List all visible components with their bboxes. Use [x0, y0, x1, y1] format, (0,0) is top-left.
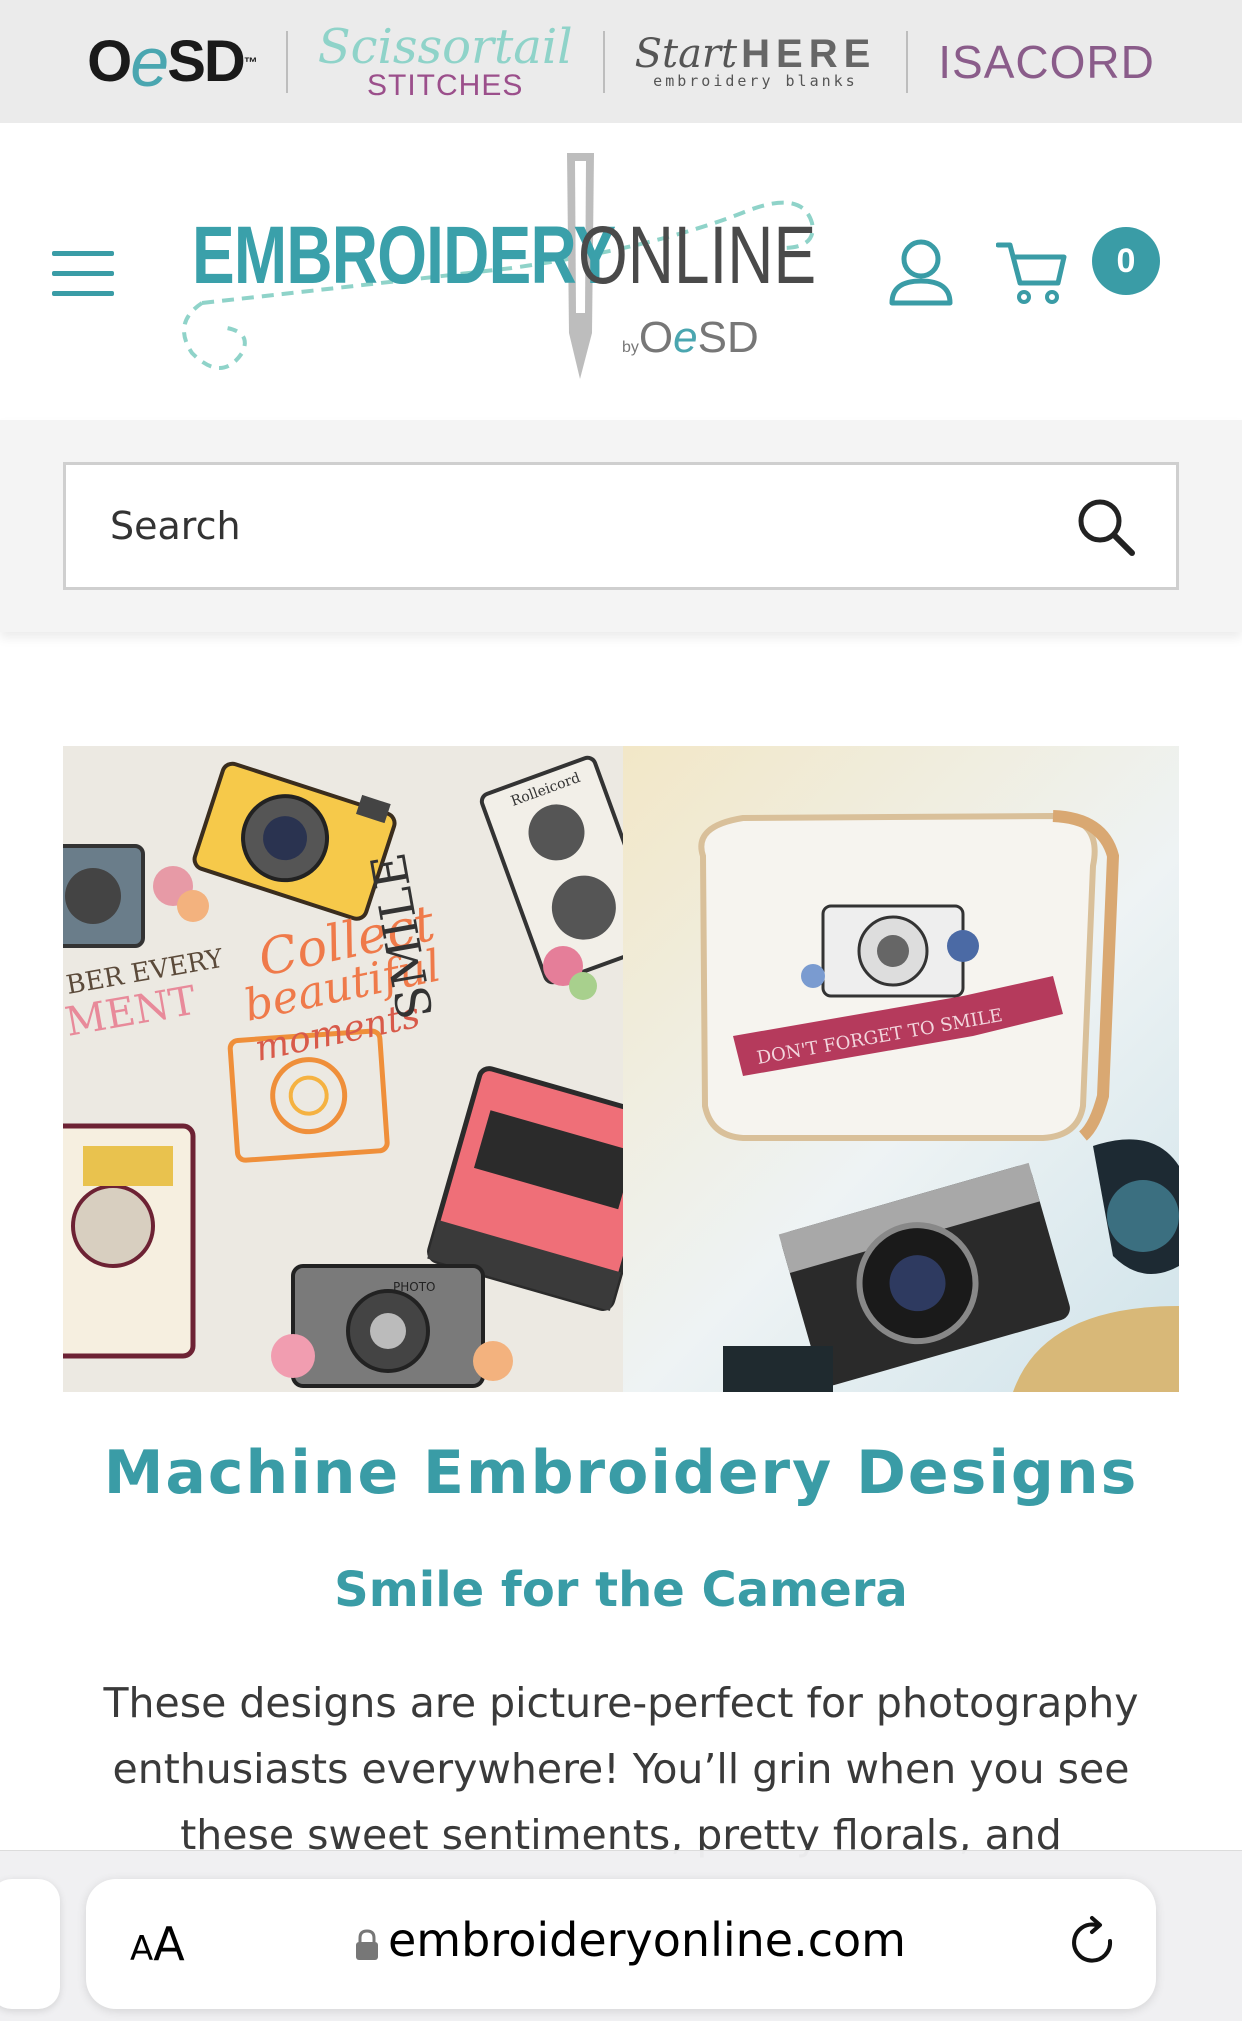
logo-by-oesd: byOeSD: [622, 313, 759, 363]
oesd-sd: SD: [167, 29, 246, 94]
hero-text-photo: PHOTO: [393, 1280, 435, 1294]
search-icon[interactable]: [1074, 495, 1138, 559]
site-header: EMBROIDERY ONLINE byOeSD 0: [0, 123, 1242, 420]
starthere-start: Start: [634, 31, 738, 77]
text-size-large: A: [153, 1917, 185, 1971]
starthere-row: Start HERE: [635, 34, 877, 74]
logo-word-online: ONLINE: [578, 210, 817, 301]
embroidered-pouch-photo: DON'T FORGET TO SMILE: [698, 810, 1179, 1392]
scissortail-title: Scissortail: [317, 18, 573, 75]
starthere-subtitle: embroidery blanks: [653, 72, 858, 90]
hero-fabric-panel: BER EVERY MENT Collect beautiful moments…: [63, 746, 666, 1392]
text-size-button[interactable]: AA: [130, 1917, 185, 1971]
text-size-small: A: [130, 1929, 154, 1969]
cart-icon[interactable]: [995, 237, 1067, 307]
embroidery-online-logo[interactable]: EMBROIDERY ONLINE byOeSD: [182, 153, 832, 393]
isacord-brand-link[interactable]: ISACORD: [938, 35, 1155, 89]
scissortail-subtitle: STITCHES: [367, 68, 524, 102]
hero-banner[interactable]: BER EVERY MENT Collect beautiful moments…: [63, 746, 1179, 1392]
address-bar[interactable]: AA embroideryonline.com: [86, 1879, 1156, 2009]
scissortail-brand-link[interactable]: Scissortail STITCHES: [318, 23, 573, 101]
oesd-tm: ™: [243, 53, 258, 70]
search-section: [0, 420, 1242, 632]
hero-photo-panel: DON'T FORGET TO SMILE: [623, 746, 1179, 1392]
logo-word-embroidery: EMBROIDERY: [192, 210, 616, 301]
collection-description: These designs are picture-perfect for ph…: [50, 1670, 1192, 1868]
cart-count-badge[interactable]: 0: [1092, 227, 1160, 295]
brand-bar: Oe SD ™ Scissortail STITCHES Start HERE em…: [0, 0, 1242, 123]
page-title: Machine Embroidery Designs: [103, 1438, 1139, 1508]
description-line-1: These designs are picture-perfect for ph…: [103, 1679, 1139, 1727]
logo-by-e: e: [673, 313, 698, 362]
logo-by-o: O: [638, 313, 674, 362]
logo-by-sd: SD: [697, 313, 759, 362]
brand-divider: [602, 30, 605, 93]
search-input[interactable]: [110, 465, 1010, 587]
embroidered-cameras-illustration: BER EVERY MENT Collect beautiful moments…: [63, 755, 666, 1388]
reload-icon[interactable]: [1066, 1915, 1122, 1971]
brand-divider: [906, 30, 909, 93]
starthere-brand-link[interactable]: Start HERE embroidery blanks: [635, 34, 877, 89]
description-line-2: enthusiasts everywhere! You’ll grin when…: [112, 1745, 1130, 1793]
menu-icon[interactable]: [52, 251, 114, 297]
oesd-brand-link[interactable]: Oe SD ™: [87, 22, 258, 102]
url-text[interactable]: embroideryonline.com: [388, 1913, 906, 1967]
browser-toolbar: AA embroideryonline.com: [0, 1850, 1242, 2021]
oesd-e: e: [130, 22, 169, 101]
search-box: [63, 462, 1179, 590]
lock-icon: [354, 1929, 380, 1961]
logo-by-word: by: [622, 339, 639, 356]
oesd-o: O: [87, 29, 132, 94]
account-icon[interactable]: [886, 237, 956, 307]
brand-divider: [285, 30, 288, 93]
starthere-here: HERE: [741, 32, 877, 76]
collection-title: Smile for the Camera: [334, 1562, 908, 1618]
previous-tab-stub[interactable]: [0, 1879, 60, 2009]
